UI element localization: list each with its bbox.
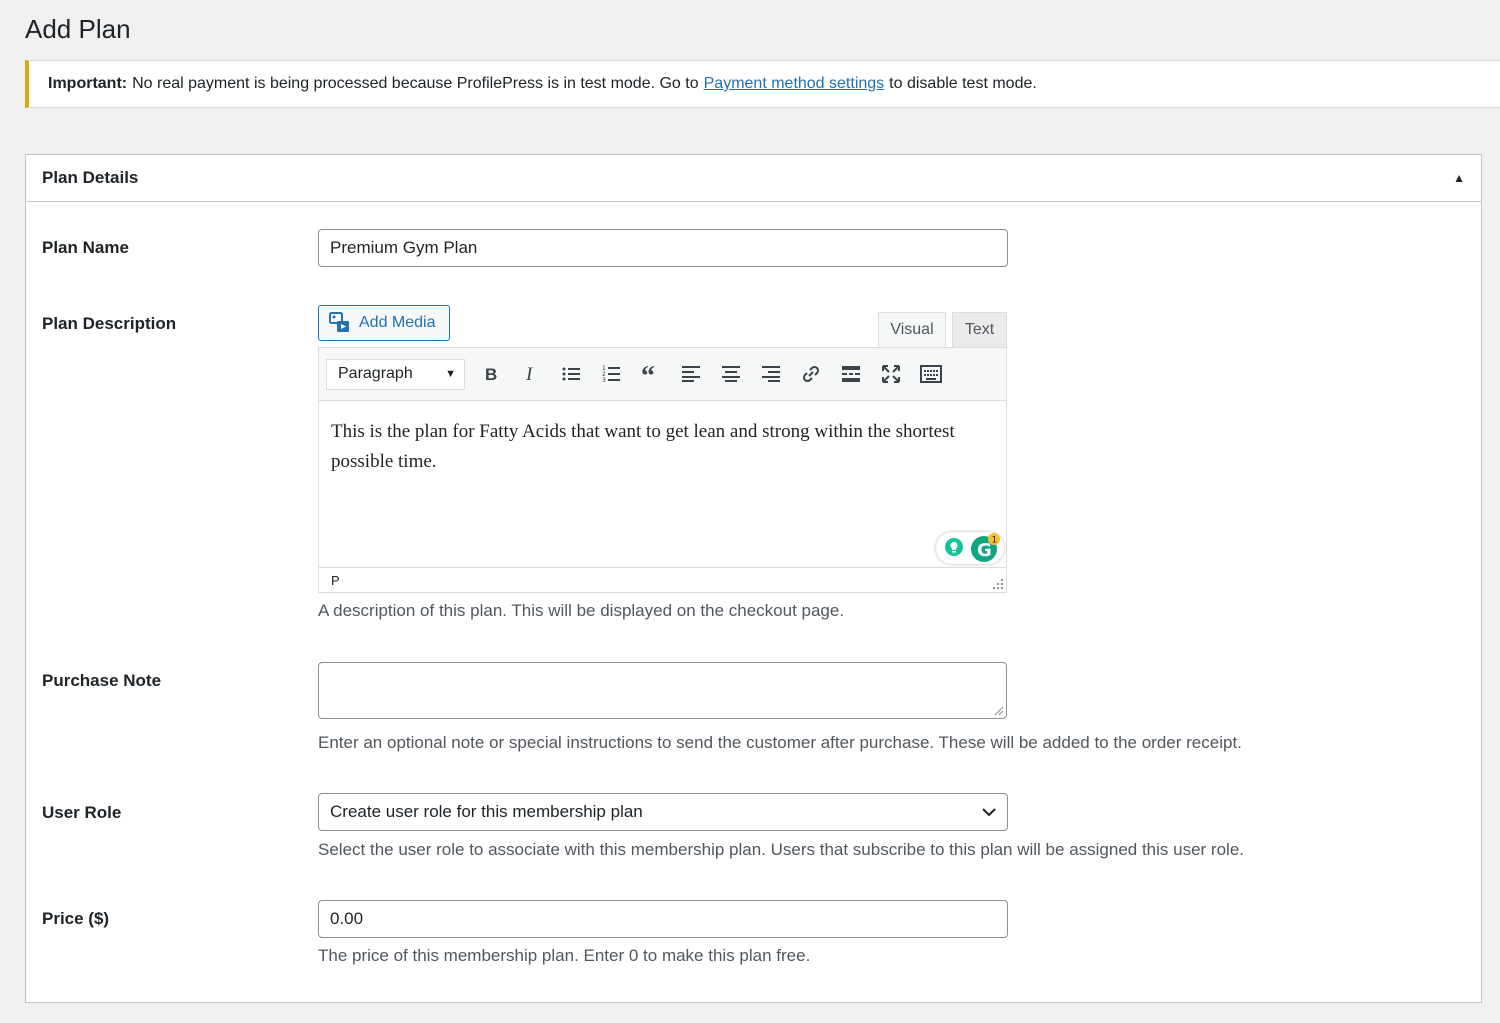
italic-icon[interactable]: I	[511, 358, 551, 390]
chevron-down-icon	[982, 807, 996, 816]
price-hint: The price of this membership plan. Enter…	[318, 946, 811, 965]
purchase-note-textarea[interactable]	[318, 662, 1007, 719]
textarea-resize-icon[interactable]	[994, 706, 1004, 716]
bold-icon[interactable]: B	[471, 358, 511, 390]
editor-status-bar: P	[319, 567, 1006, 592]
editor-toolbar: Paragraph ▼ B I 123 “	[319, 348, 1006, 401]
notice-text: No real payment is being processed becau…	[132, 75, 699, 92]
align-right-icon[interactable]	[751, 358, 791, 390]
plan-description-hint: A description of this plan. This will be…	[318, 601, 845, 620]
svg-text:G: G	[977, 540, 992, 561]
add-media-label: Add Media	[359, 314, 436, 331]
resize-handle-icon[interactable]	[993, 579, 1003, 589]
collapse-toggle-icon[interactable]: ▲	[1453, 171, 1465, 185]
grammarly-icon[interactable]: G 1	[970, 533, 1000, 563]
price-input[interactable]: 0.00	[318, 900, 1008, 938]
grammarly-badge: 1	[992, 536, 998, 546]
plan-name-label: Plan Name	[42, 238, 129, 257]
test-mode-notice: Important: No real payment is being proc…	[25, 60, 1500, 108]
toolbar-toggle-icon[interactable]	[911, 358, 951, 390]
link-icon[interactable]	[791, 358, 831, 390]
notice-text-after: to disable test mode.	[889, 75, 1037, 92]
numbered-list-icon[interactable]: 123	[591, 358, 631, 390]
plan-name-value: Premium Gym Plan	[330, 238, 478, 257]
fullscreen-icon[interactable]	[871, 358, 911, 390]
payment-settings-link[interactable]: Payment method settings	[704, 75, 885, 93]
svg-text:3: 3	[602, 377, 606, 383]
price-value: 0.00	[330, 909, 364, 928]
purchase-note-label: Purchase Note	[42, 671, 162, 690]
price-label: Price ($)	[42, 909, 110, 928]
format-select-value: Paragraph	[338, 365, 413, 382]
page-title: Add Plan	[25, 14, 131, 44]
svg-text:“: “	[641, 366, 655, 382]
blockquote-icon[interactable]: “	[631, 358, 671, 390]
purchase-note-hint: Enter an optional note or special instru…	[318, 733, 1242, 752]
read-more-icon[interactable]	[831, 358, 871, 390]
tab-text[interactable]: Text	[952, 312, 1007, 348]
tab-visual[interactable]: Visual	[878, 312, 946, 348]
editor-content[interactable]: This is the plan for Fatty Acids that wa…	[319, 401, 1006, 567]
media-icon	[329, 312, 349, 332]
description-editor: Paragraph ▼ B I 123 “ This is the plan f…	[318, 347, 1007, 593]
align-center-icon[interactable]	[711, 358, 751, 390]
user-role-select[interactable]: Create user role for this membership pla…	[318, 793, 1008, 831]
svg-text:I: I	[525, 365, 534, 383]
svg-text:B: B	[485, 365, 497, 383]
dropdown-arrow-icon: ▼	[445, 368, 456, 380]
panel-header[interactable]: Plan Details ▲	[26, 155, 1481, 202]
plan-description-label: Plan Description	[42, 314, 177, 333]
add-media-button[interactable]: Add Media	[318, 305, 450, 341]
editor-content-text: This is the plan for Fatty Acids that wa…	[331, 421, 955, 472]
plan-details-panel: Plan Details ▲ Plan Name Premium Gym Pla…	[25, 154, 1482, 1003]
element-path[interactable]: P	[331, 573, 340, 588]
lightbulb-icon	[945, 538, 963, 556]
user-role-hint: Select the user role to associate with t…	[318, 840, 1245, 859]
panel-title: Plan Details	[42, 168, 139, 187]
grammarly-widget[interactable]: G 1	[936, 532, 1004, 564]
user-role-value: Create user role for this membership pla…	[330, 802, 643, 821]
plan-name-input[interactable]: Premium Gym Plan	[318, 229, 1008, 267]
format-select[interactable]: Paragraph ▼	[326, 358, 465, 390]
notice-strong: Important:	[48, 75, 128, 92]
user-role-label: User Role	[42, 803, 122, 822]
align-left-icon[interactable]	[671, 358, 711, 390]
bullet-list-icon[interactable]	[551, 358, 591, 390]
